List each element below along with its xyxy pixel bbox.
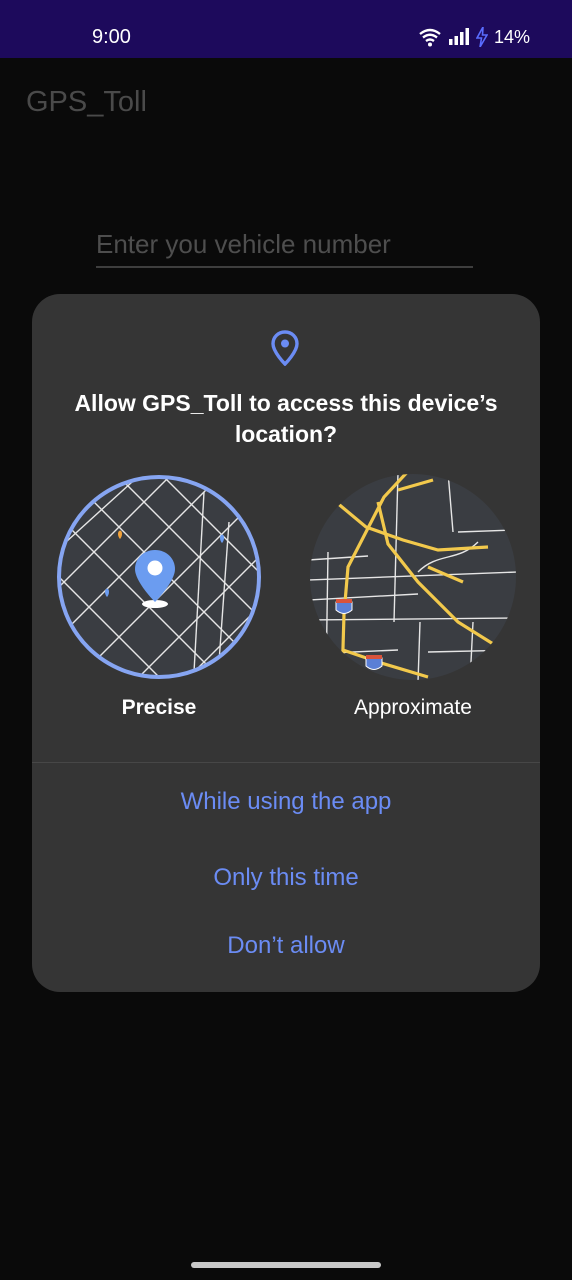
status-bar: 9:00 14% (0, 0, 572, 58)
dialog-title: Allow GPS_Toll to access this device’s l… (74, 390, 498, 447)
dont-allow-button[interactable]: Don’t allow (32, 932, 540, 960)
vehicle-number-input[interactable] (96, 222, 473, 268)
dialog-divider (32, 762, 540, 763)
approximate-label: Approximate (354, 696, 472, 719)
status-icons: 14% (418, 24, 530, 50)
status-time: 9:00 (92, 26, 131, 48)
location-pin-icon (271, 330, 299, 366)
approximate-map-icon (310, 474, 516, 680)
wifi-icon (419, 28, 441, 47)
location-permission-dialog: Allow GPS_Toll to access this device’s l… (32, 294, 540, 992)
while-using-app-button[interactable]: While using the app (32, 788, 540, 816)
only-this-time-button[interactable]: Only this time (32, 864, 540, 892)
charging-bolt-icon (475, 27, 488, 47)
precise-map-icon (57, 475, 261, 679)
battery-percent: 14% (493, 26, 530, 47)
signal-icon (448, 28, 469, 45)
approximate-option[interactable]: Approximate (308, 472, 518, 722)
home-indicator[interactable] (191, 1262, 381, 1268)
app-title: GPS_Toll (26, 86, 147, 118)
precise-label: Precise (121, 696, 197, 719)
precise-option[interactable]: Precise (54, 472, 264, 722)
